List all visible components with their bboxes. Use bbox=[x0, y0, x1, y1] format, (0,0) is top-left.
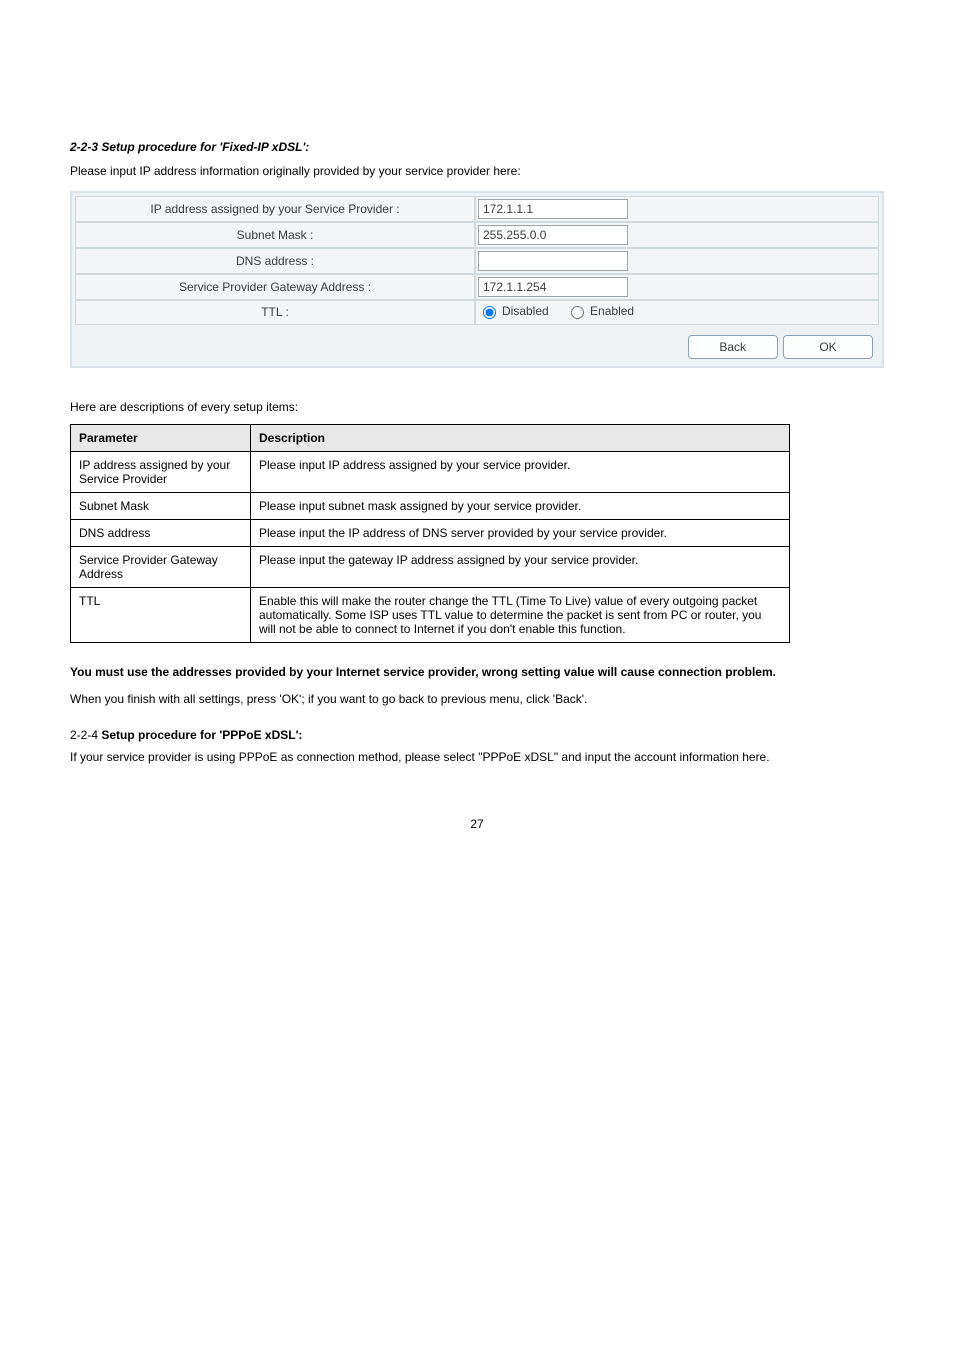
ip-address-input[interactable] bbox=[478, 199, 628, 219]
param-cell: Subnet Mask bbox=[71, 493, 251, 520]
table-row: TTL Enable this will make the router cha… bbox=[71, 588, 790, 643]
desc-cell: Enable this will make the router change … bbox=[251, 588, 790, 643]
gateway-address-input[interactable] bbox=[478, 277, 628, 297]
back-button[interactable]: Back bbox=[688, 335, 778, 359]
ip-address-label: IP address assigned by your Service Prov… bbox=[75, 196, 475, 222]
pppoe-heading-lead: Setup procedure for 'PPPoE xDSL': bbox=[101, 728, 302, 742]
gateway-address-label: Service Provider Gateway Address : bbox=[75, 274, 475, 300]
desc-cell: Please input the gateway IP address assi… bbox=[251, 547, 790, 588]
description-table: Parameter Description IP address assigne… bbox=[70, 424, 790, 643]
pppoe-para: If your service provider is using PPPoE … bbox=[70, 748, 884, 767]
post-note: When you finish with all settings, press… bbox=[70, 690, 884, 709]
pppoe-heading-num: 2-2-4 bbox=[70, 728, 101, 742]
ttl-enabled-text: Enabled bbox=[590, 304, 634, 318]
ttl-enabled-radio[interactable] bbox=[571, 306, 584, 319]
pppoe-heading: 2-2-4 Setup procedure for 'PPPoE xDSL': bbox=[70, 728, 884, 742]
desc-header-desc: Description bbox=[251, 425, 790, 452]
table-row: IP address assigned by your Service Prov… bbox=[71, 452, 790, 493]
param-cell: TTL bbox=[71, 588, 251, 643]
ttl-disabled-radio[interactable] bbox=[483, 306, 496, 319]
desc-cell: Please input the IP address of DNS serve… bbox=[251, 520, 790, 547]
param-cell: Service Provider Gateway Address bbox=[71, 547, 251, 588]
subnet-mask-label: Subnet Mask : bbox=[75, 222, 475, 248]
table-row: DNS address Please input the IP address … bbox=[71, 520, 790, 547]
desc-cell: Please input subnet mask assigned by you… bbox=[251, 493, 790, 520]
table-row: Service Provider Gateway Address Please … bbox=[71, 547, 790, 588]
note-paragraph: You must use the addresses provided by y… bbox=[70, 663, 884, 682]
ttl-disabled-option[interactable]: Disabled bbox=[478, 303, 549, 319]
subnet-mask-input[interactable] bbox=[478, 225, 628, 245]
ok-button[interactable]: OK bbox=[783, 335, 873, 359]
desc-cell: Please input IP address assigned by your… bbox=[251, 452, 790, 493]
fixed-ip-form: IP address assigned by your Service Prov… bbox=[70, 191, 884, 368]
desc-intro: Here are descriptions of every setup ite… bbox=[70, 398, 884, 417]
ttl-disabled-text: Disabled bbox=[502, 304, 549, 318]
ttl-label: TTL : bbox=[75, 300, 475, 325]
section-heading: 2-2-3 Setup procedure for 'Fixed-IP xDSL… bbox=[70, 140, 884, 154]
table-row: Subnet Mask Please input subnet mask ass… bbox=[71, 493, 790, 520]
section-intro: Please input IP address information orig… bbox=[70, 162, 884, 181]
page-number: 27 bbox=[70, 817, 884, 831]
dns-address-label: DNS address : bbox=[75, 248, 475, 274]
ttl-enabled-option[interactable]: Enabled bbox=[566, 303, 634, 319]
param-cell: IP address assigned by your Service Prov… bbox=[71, 452, 251, 493]
note-bold: You must use the addresses provided by y… bbox=[70, 665, 776, 679]
desc-header-param: Parameter bbox=[71, 425, 251, 452]
param-cell: DNS address bbox=[71, 520, 251, 547]
dns-address-input[interactable] bbox=[478, 251, 628, 271]
